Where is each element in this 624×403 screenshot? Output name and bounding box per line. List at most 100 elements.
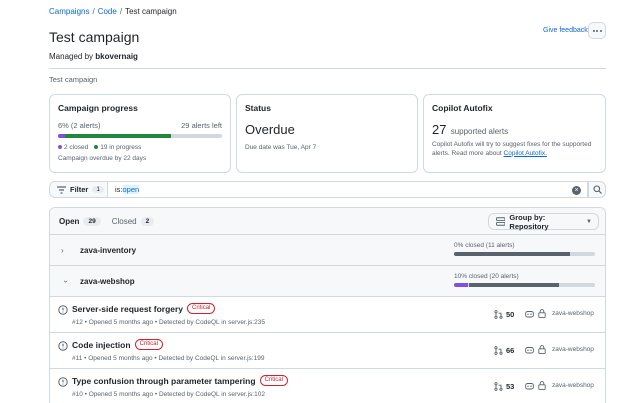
more-options-button[interactable] (588, 22, 606, 39)
card-title: Campaign progress (58, 103, 138, 113)
pull-request-icon (494, 382, 503, 391)
progress-bar (58, 134, 222, 138)
alert-meta: #10 • Opened 5 months ago • Detected by … (72, 391, 265, 398)
alerts-list-header: Open 29 Closed 2 Group by: Repository ▼ (50, 208, 605, 235)
group-icon (496, 217, 506, 226)
lock-icon (538, 345, 546, 354)
pull-request-count[interactable]: 66 (494, 346, 514, 355)
tab-open-count: 29 (83, 216, 101, 226)
filter-input[interactable]: is: open × (107, 181, 588, 198)
status-value: Overdue (245, 122, 295, 137)
shield-alert-icon (58, 377, 68, 387)
filter-icon (57, 185, 66, 194)
copilot-autofix-card: Copilot Autofix 27 supported alerts Copi… (423, 94, 606, 173)
severity-badge: Critical (187, 303, 216, 314)
tab-closed-label: Closed (111, 216, 137, 226)
legend-in-progress-label: 19 in progress (100, 144, 142, 151)
alert-repo: zava-webshop (552, 310, 594, 317)
alerts-list: Open 29 Closed 2 Group by: Repository ▼ … (49, 207, 606, 403)
query-value: open (122, 185, 140, 194)
alert-title[interactable]: Code injection Critical (72, 339, 163, 350)
campaign-progress-card: Campaign progress 6% (2 alerts) 29 alert… (49, 94, 231, 173)
repo-name: zava-inventory (80, 245, 137, 255)
legend-closed-label: 2 closed (64, 144, 89, 151)
campaign-description: Test campaign (49, 75, 98, 84)
alert-icons (525, 345, 546, 354)
alert-title[interactable]: Type confusion through parameter tamperi… (72, 375, 288, 386)
alert-meta: #12 • Opened 5 months ago • Detected by … (72, 319, 265, 326)
repo-group-zava-inventory[interactable]: › zava-inventory 0% closed (11 alerts) (50, 235, 605, 266)
group-by-label: Group by: Repository (509, 212, 549, 231)
alert-row[interactable]: Type confusion through parameter tamperi… (50, 369, 605, 403)
tab-open[interactable]: Open 29 (59, 216, 101, 226)
repo-open-fill (454, 252, 570, 256)
query-key: is: (115, 185, 123, 194)
repo-progress-bar (454, 283, 595, 287)
card-title: Status (245, 103, 271, 113)
legend-closed: 2 closed (58, 144, 88, 151)
caret-down-icon: ▼ (586, 218, 592, 225)
clear-filter-icon[interactable]: × (572, 186, 581, 195)
breadcrumb: Campaigns / Code / Test campaign (49, 7, 177, 16)
repo-open-fill (469, 283, 560, 287)
manager-name[interactable]: bkovernaig (95, 52, 138, 61)
repo-progress-bar (454, 252, 595, 256)
breadcrumb-code-link[interactable]: Code (98, 7, 117, 16)
repo-progress-text: 0% closed (11 alerts) (454, 242, 515, 249)
tab-open-label: Open (59, 216, 80, 226)
lock-icon (538, 309, 546, 318)
progress-in-progress-fill (64, 134, 172, 138)
autofix-count: 27 (432, 122, 447, 137)
group-by-dropdown[interactable]: Group by: Repository ▼ (488, 212, 599, 231)
filter-count: 1 (92, 186, 104, 193)
pull-request-count[interactable]: 50 (494, 310, 514, 319)
managed-by: Managed by bkovernaig (49, 52, 138, 61)
alerts-left: 29 alerts left (181, 121, 222, 130)
legend-in-progress: 19 in progress (94, 144, 141, 151)
repo-group-zava-webshop[interactable]: › zava-webshop 10% closed (20 alerts) (50, 266, 605, 297)
breadcrumb-current: Test campaign (125, 7, 177, 16)
shield-alert-icon (58, 341, 68, 351)
filter-label: Filter (70, 185, 89, 194)
pull-request-icon (494, 310, 503, 319)
alert-icons (525, 381, 546, 390)
kebab-dot-icon (596, 29, 598, 32)
pull-request-count[interactable]: 53 (494, 382, 514, 391)
autofix-link[interactable]: Copilot Autofix. (504, 150, 547, 157)
alert-title-text: Server-side request forgery (72, 303, 184, 314)
copilot-icon (525, 310, 534, 317)
alert-row[interactable]: Code injection Critical #11 • Opened 5 m… (50, 333, 605, 369)
tab-closed[interactable]: Closed 2 (111, 216, 155, 226)
severity-badge: Critical (134, 339, 163, 350)
in-progress-dot-icon (94, 145, 99, 150)
alert-title[interactable]: Server-side request forgery Critical (72, 303, 216, 314)
kebab-dot-icon (599, 29, 602, 32)
page-title: Test campaign (49, 29, 140, 45)
pr-count: 66 (506, 346, 515, 355)
severity-badge: Critical (259, 375, 288, 386)
filter-button[interactable]: Filter 1 (49, 181, 107, 198)
alert-row[interactable]: Server-side request forgery Critical #12… (50, 297, 605, 333)
shield-alert-icon (58, 305, 68, 315)
kebab-dot-icon (592, 29, 595, 32)
breadcrumb-campaigns-link[interactable]: Campaigns (49, 7, 89, 16)
repo-closed-fill (454, 283, 469, 287)
due-date: Due date was Tue, Apr 7 (245, 144, 317, 151)
search-button[interactable] (588, 181, 606, 198)
repo-progress: 10% closed (20 alerts) (454, 273, 595, 287)
copilot-icon (525, 382, 534, 389)
alert-icons (525, 309, 546, 318)
alert-repo: zava-webshop (552, 346, 594, 353)
alert-repo: zava-webshop (552, 382, 594, 389)
managed-prefix: Managed by (49, 52, 94, 61)
card-title: Copilot Autofix (432, 103, 493, 113)
alert-meta: #11 • Opened 5 months ago • Detected by … (72, 355, 265, 362)
copilot-icon (525, 346, 534, 353)
autofix-summary: 27 supported alerts (432, 122, 597, 137)
repo-progress-text: 10% closed (20 alerts) (454, 273, 519, 280)
give-feedback-link[interactable]: Give feedback (543, 27, 588, 34)
pr-count: 53 (506, 382, 515, 391)
progress-percent: 6% (2 alerts) (58, 121, 101, 130)
alert-title-text: Code injection (72, 339, 131, 350)
alert-title-text: Type confusion through parameter tamperi… (72, 375, 256, 386)
